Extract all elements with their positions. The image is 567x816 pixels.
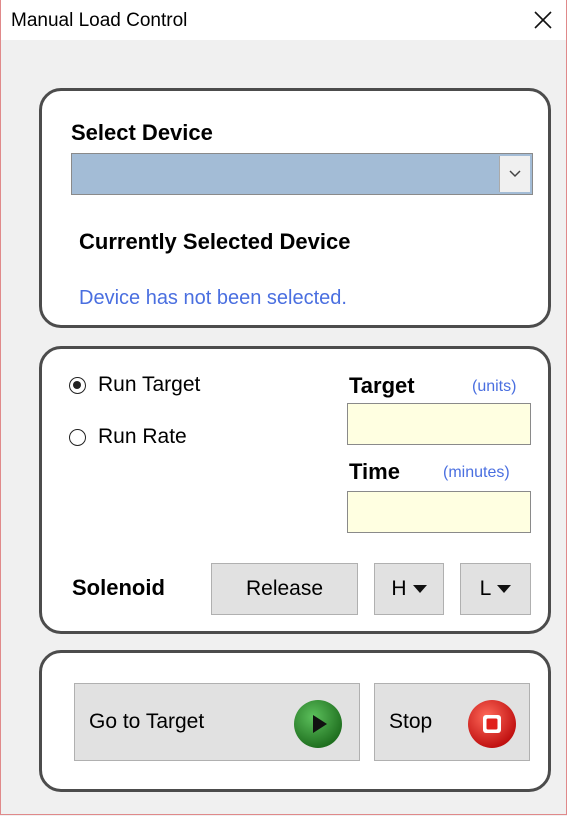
action-panel: Go to Target Stop — [39, 650, 551, 792]
h-button-label: H — [391, 577, 407, 600]
device-status-text: Device has not been selected. — [79, 287, 347, 309]
window: Manual Load Control Select Device Curren… — [0, 0, 567, 815]
select-device-label: Select Device — [71, 120, 213, 145]
solenoid-label: Solenoid — [72, 575, 165, 600]
play-icon — [294, 700, 342, 748]
close-button[interactable] — [520, 0, 566, 40]
go-to-target-button[interactable]: Go to Target — [74, 683, 360, 761]
close-icon — [534, 11, 552, 29]
device-panel: Select Device Currently Selected Device … — [39, 88, 551, 328]
stop-icon — [468, 700, 516, 748]
current-device-label: Currently Selected Device — [79, 229, 351, 254]
h-dropdown-button[interactable]: H — [374, 563, 444, 615]
device-select[interactable] — [71, 153, 533, 195]
time-label: Time — [349, 459, 400, 484]
stop-button[interactable]: Stop — [374, 683, 530, 761]
run-rate-label: Run Rate — [98, 425, 187, 448]
release-button-label: Release — [245, 577, 324, 600]
caret-down-icon — [412, 585, 427, 593]
chevron-down-icon — [509, 170, 521, 178]
caret-down-icon — [497, 585, 512, 593]
run-panel: Run Target Run Rate Target (units) Time … — [39, 346, 551, 634]
window-title: Manual Load Control — [11, 10, 188, 31]
target-unit: (units) — [472, 378, 517, 395]
l-dropdown-button[interactable]: L — [460, 563, 531, 615]
time-unit: (minutes) — [443, 464, 510, 481]
l-button-label: L — [479, 577, 492, 600]
go-to-target-label: Go to Target — [89, 710, 205, 733]
time-input[interactable] — [347, 491, 531, 533]
release-button[interactable]: Release — [211, 563, 358, 615]
device-select-dropdown-button[interactable] — [499, 156, 530, 192]
run-rate-radio[interactable]: Run Rate — [69, 425, 187, 449]
run-target-radio[interactable]: Run Target — [69, 373, 200, 397]
run-target-label: Run Target — [98, 373, 201, 396]
radio-unchecked-icon — [69, 428, 86, 446]
target-input[interactable] — [347, 403, 531, 445]
stop-label: Stop — [389, 710, 433, 733]
title-bar: Manual Load Control — [1, 0, 566, 40]
radio-checked-icon — [69, 376, 86, 394]
target-label: Target — [349, 373, 415, 398]
